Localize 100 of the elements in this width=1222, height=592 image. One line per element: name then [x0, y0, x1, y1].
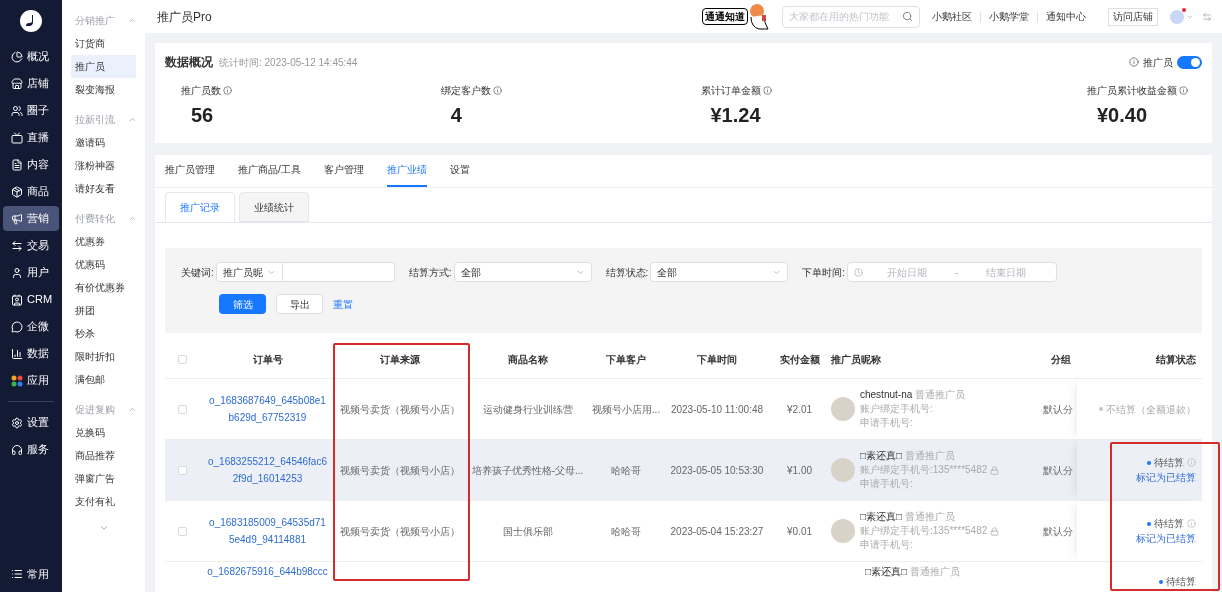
tab[interactable]: 推广业绩	[386, 154, 427, 187]
table-cell-text: 视频号卖货（视频号小店）	[339, 463, 461, 478]
nav-item[interactable]: 内容	[3, 152, 59, 177]
info-icon[interactable]	[1129, 57, 1139, 67]
submenu-item[interactable]: 有价优惠券	[71, 276, 136, 299]
tab[interactable]: 推广商品/工具	[238, 154, 301, 187]
filter-label: 结算状态:	[605, 265, 649, 280]
submenu-item[interactable]: 满包邮	[71, 368, 136, 391]
mascot-badge[interactable]: 通通知道	[702, 8, 748, 25]
switch-icon[interactable]	[1202, 11, 1212, 22]
header-link[interactable]: 小鹅学堂	[989, 9, 1029, 24]
visit-store-button[interactable]: 访问店铺	[1108, 7, 1158, 26]
chevron-down-icon[interactable]	[98, 523, 109, 533]
export-button[interactable]: 导出	[276, 294, 323, 314]
column-header: 订单号	[251, 353, 284, 367]
row-checkbox[interactable]	[178, 526, 187, 536]
subtab[interactable]: 业绩统计	[239, 192, 309, 222]
header-link[interactable]: 小鹅社区	[932, 9, 972, 24]
header-checkbox[interactable]	[178, 355, 187, 364]
list-icon	[11, 567, 23, 580]
avatar	[831, 397, 855, 421]
submenu-group-title: 促进复购	[75, 402, 115, 417]
nav-item[interactable]: 设置	[3, 410, 59, 435]
submenu-item[interactable]: 商品推荐	[71, 444, 136, 467]
submenu-item[interactable]: 兑换码	[71, 421, 136, 444]
info-icon[interactable]	[492, 86, 502, 95]
keyword-input[interactable]	[282, 262, 395, 282]
submenu-item[interactable]: 请好友看	[71, 177, 136, 200]
nav-item[interactable]: 企微	[3, 314, 59, 339]
submenu-item[interactable]: 裂变海报	[71, 78, 136, 101]
info-icon[interactable]	[1187, 519, 1196, 528]
nav-item[interactable]: 数据	[3, 341, 59, 366]
row-checkbox[interactable]	[178, 465, 187, 475]
stat-value: 56	[190, 103, 215, 128]
timestamp: 统计时间: 2023-05-12 14:45:44	[219, 55, 358, 70]
subtab[interactable]: 推广记录	[165, 192, 235, 222]
avatar[interactable]	[1170, 9, 1184, 24]
mark-settled-link[interactable]: 标记为已结算	[1136, 531, 1196, 546]
reset-link[interactable]: 重置	[333, 296, 353, 312]
order-link[interactable]: o_1683687649_645b08e1b629d_67752319	[206, 392, 329, 426]
row-checkbox[interactable]	[178, 404, 187, 414]
nav-item[interactable]: 常用	[27, 565, 49, 582]
info-icon[interactable]	[223, 86, 232, 95]
info-icon[interactable]	[1187, 458, 1196, 467]
table-cell-text: 2023-05-05 10:53:30	[669, 463, 765, 478]
order-link[interactable]: o_1682675916_644b98ccc	[207, 564, 328, 579]
nav-item[interactable]: 交易	[3, 233, 59, 258]
select-field[interactable]: 全部	[453, 262, 592, 282]
nav-item[interactable]: 服务	[3, 437, 59, 462]
select-field[interactable]: 全部	[650, 262, 789, 282]
submenu-item[interactable]: 秒杀	[71, 322, 136, 345]
tab[interactable]: 推广员管理	[165, 154, 215, 187]
order-link[interactable]: o_1683255212_64546fac62f9d_16014253	[206, 453, 329, 487]
nav-item[interactable]: CRM	[3, 287, 59, 312]
nav-item[interactable]: 直播	[3, 125, 59, 150]
megaphone-icon	[11, 212, 23, 225]
table-cell-text: 2023-05-10 11:00:48	[669, 402, 765, 417]
table-cell-text: 国士俱乐部	[501, 524, 554, 539]
nav-item[interactable]: 营销	[3, 206, 59, 231]
status-text: 待结算	[1154, 517, 1184, 531]
table-cell-text: 视频号卖货（视频号小店）	[339, 402, 461, 417]
mark-settled-link[interactable]: 标记为已结算	[1136, 470, 1196, 485]
submenu-item[interactable]: 订货商	[71, 32, 136, 55]
people-icon	[11, 104, 23, 117]
nav-item[interactable]: 圈子	[3, 98, 59, 123]
submenu-item[interactable]: 弹窗广告	[71, 467, 136, 490]
submenu-item[interactable]: 推广员	[71, 55, 136, 78]
clock-icon	[854, 267, 864, 277]
nav-item[interactable]: 应用	[3, 368, 59, 393]
nav-item[interactable]: 用户	[3, 260, 59, 285]
bound-phone: 账户绑定手机号:	[860, 402, 933, 416]
lock-icon[interactable]	[990, 526, 1000, 536]
submenu-item[interactable]: 涨粉神器	[71, 154, 136, 177]
tab[interactable]: 设置	[449, 154, 470, 187]
nav-item[interactable]: 商品	[3, 179, 59, 204]
order-link[interactable]: o_1683185009_64535d715e4d9_94114881	[206, 514, 329, 548]
info-icon[interactable]	[1179, 86, 1188, 95]
table-cell-text: 哈哈哥	[610, 463, 642, 478]
submenu-item[interactable]: 优惠码	[71, 253, 136, 276]
tab[interactable]: 客户管理	[323, 154, 364, 187]
submenu-item[interactable]: 拼团	[71, 299, 136, 322]
submenu-item[interactable]: 支付有礼	[71, 490, 136, 513]
submenu-item[interactable]: 优惠券	[71, 230, 136, 253]
keyword-type-select[interactable]: 推广员昵	[215, 262, 283, 282]
submenu-item[interactable]: 限时折扣	[71, 345, 136, 368]
nav-item[interactable]: 店铺	[3, 71, 59, 96]
store-icon	[11, 77, 23, 90]
toggle-label: 推广员	[1143, 55, 1173, 70]
submenu-item[interactable]: 邀请码	[71, 131, 136, 154]
header-link[interactable]: 通知中心	[1046, 9, 1086, 24]
filter-button[interactable]: 筛选	[219, 294, 266, 314]
info-icon[interactable]	[762, 86, 772, 95]
box-icon	[11, 185, 23, 198]
column-header: 商品名称	[506, 353, 549, 367]
toggle-switch[interactable]	[1177, 55, 1202, 69]
search-icon[interactable]	[902, 11, 913, 22]
lock-icon[interactable]	[990, 465, 1000, 475]
column-header: 下单时间	[696, 353, 738, 367]
avatar	[831, 519, 855, 543]
nav-item[interactable]: 概况	[3, 44, 59, 69]
